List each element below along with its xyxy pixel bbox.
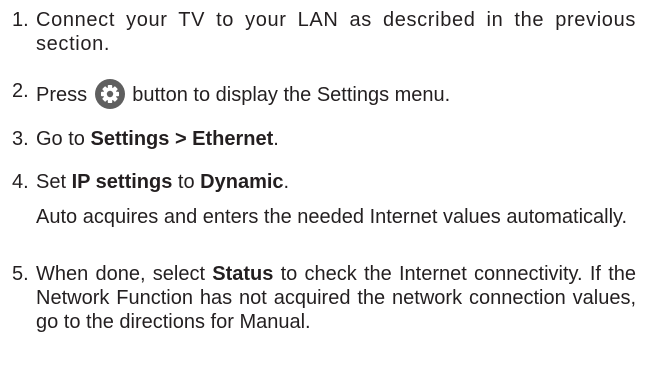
step-text-before-icon: Press — [36, 84, 88, 106]
step-text-suffix: . — [283, 171, 290, 193]
setting-value: Dynamic — [200, 171, 284, 193]
step-text-suffix: . — [273, 128, 279, 150]
step-text-middle: to — [172, 171, 201, 193]
step-text-prefix: Go to — [36, 128, 91, 150]
step-text: When done, select Status to check the In… — [36, 262, 636, 334]
step-text-prefix: When done, select — [36, 263, 213, 285]
step-text: Go to Settings > Ethernet. — [36, 127, 636, 151]
step-text-prefix: Set — [36, 171, 72, 193]
menu-path: Settings > Ethernet — [90, 128, 274, 150]
step-number: 3. — [12, 128, 29, 150]
step-text: Connect your TV to your LAN as described… — [36, 9, 636, 55]
step-number: 5. — [12, 263, 29, 285]
step-note: Auto acquires and enters the needed Inte… — [36, 206, 628, 228]
step-text: Set IP settings to Dynamic. — [36, 170, 636, 194]
setting-name: IP settings — [71, 171, 173, 193]
step-number: 1. — [12, 9, 29, 31]
step-text-after-icon: button to display the Settings menu. — [132, 84, 451, 106]
step-text: Press button to display the Settings men… — [36, 79, 636, 109]
gear-settings-icon — [94, 79, 125, 109]
status-option: Status — [212, 263, 274, 285]
step-number: 4. — [12, 171, 29, 193]
step-number: 2. — [12, 80, 29, 102]
